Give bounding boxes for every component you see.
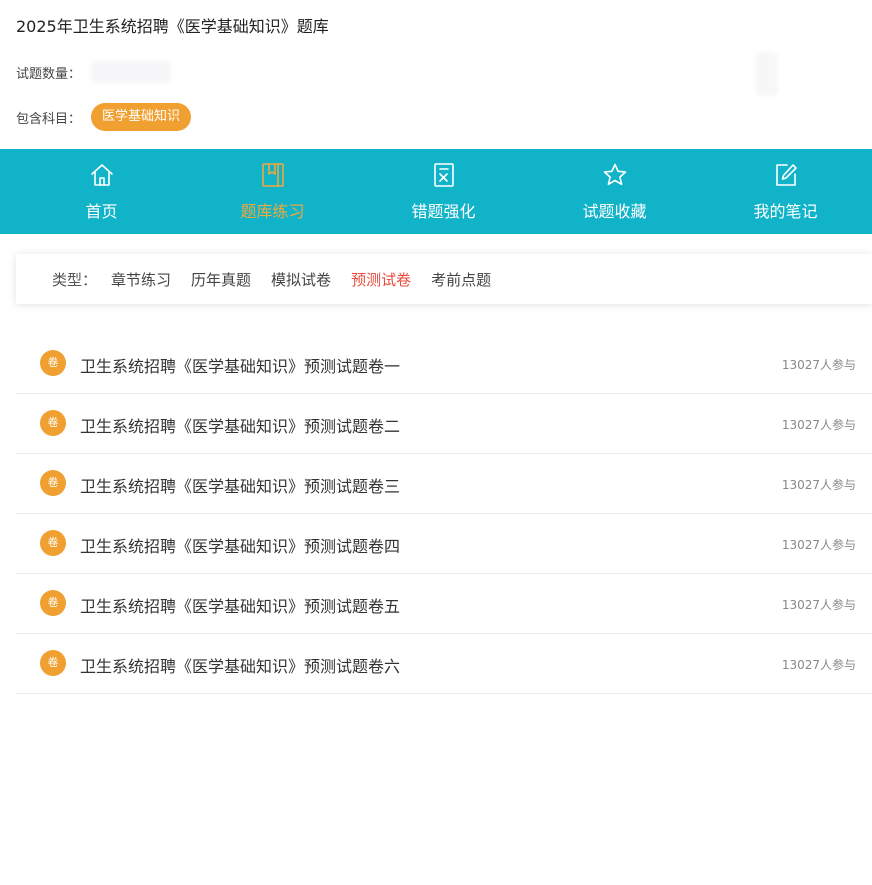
- participant-count: 13027人参与: [781, 598, 856, 612]
- nav-item-wrong-questions[interactable]: 错题强化: [358, 149, 529, 234]
- edit-note-icon: [773, 162, 799, 188]
- nav-item-label: 试题收藏: [582, 202, 647, 221]
- participant-count: 13027人参与: [781, 538, 856, 552]
- paper-title[interactable]: 卫生系统招聘《医学基础知识》预测试题卷五: [80, 593, 400, 617]
- nav-item-label: 首页: [85, 202, 118, 221]
- type-filter-predicted[interactable]: 预测试卷: [351, 269, 411, 290]
- type-filter-label: 类型：: [52, 270, 98, 289]
- blurred-region: [756, 52, 778, 96]
- paper-badge: 卷: [40, 350, 66, 376]
- nav-item-favorites[interactable]: 试题收藏: [529, 149, 700, 234]
- list-item[interactable]: 卷 卫生系统招聘《医学基础知识》预测试题卷三 13027人参与: [16, 454, 872, 514]
- paper-list: 卷 卫生系统招聘《医学基础知识》预测试题卷一 13027人参与 卷 卫生系统招聘…: [16, 334, 872, 694]
- question-count-value-blurred: [91, 61, 172, 83]
- participant-count: 13027人参与: [781, 478, 856, 492]
- subject-row: 包含科目： 医学基础知识: [16, 103, 192, 131]
- participant-count: 13027人参与: [781, 418, 856, 432]
- type-filter-bar: 类型： 章节练习 历年真题 模拟试卷 预测试卷 考前点题: [16, 254, 872, 304]
- nav-item-notes[interactable]: 我的笔记: [700, 149, 871, 234]
- nav-item-home[interactable]: 首页: [16, 149, 187, 234]
- list-item[interactable]: 卷 卫生系统招聘《医学基础知识》预测试题卷五 13027人参与: [16, 574, 872, 634]
- wrong-question-icon: [431, 162, 457, 188]
- nav-item-label: 错题强化: [411, 202, 476, 221]
- paper-title[interactable]: 卫生系统招聘《医学基础知识》预测试题卷三: [80, 473, 400, 497]
- participant-count: 13027人参与: [781, 358, 856, 372]
- paper-badge: 卷: [40, 470, 66, 496]
- list-item[interactable]: 卷 卫生系统招聘《医学基础知识》预测试题卷六 13027人参与: [16, 634, 872, 694]
- participant-count: 13027人参与: [781, 658, 856, 672]
- question-count-row: 试题数量：: [16, 61, 172, 83]
- type-filter-mock[interactable]: 模拟试卷: [271, 269, 331, 290]
- list-item[interactable]: 卷 卫生系统招聘《医学基础知识》预测试题卷四 13027人参与: [16, 514, 872, 574]
- paper-title[interactable]: 卫生系统招聘《医学基础知识》预测试题卷二: [80, 413, 400, 437]
- page-title: 2025年卫生系统招聘《医学基础知识》题库: [16, 17, 329, 36]
- paper-title[interactable]: 卫生系统招聘《医学基础知识》预测试题卷一: [80, 353, 400, 377]
- main-nav: 首页 题库练习 错题强化 试题收藏 我的笔记: [0, 149, 872, 234]
- type-filter-chapter[interactable]: 章节练习: [111, 269, 171, 290]
- list-item[interactable]: 卷 卫生系统招聘《医学基础知识》预测试题卷一 13027人参与: [16, 334, 872, 394]
- question-count-label: 试题数量：: [16, 66, 82, 82]
- type-filter-key-points[interactable]: 考前点题: [431, 269, 491, 290]
- nav-item-question-bank[interactable]: 题库练习: [187, 149, 358, 234]
- star-icon: [602, 162, 628, 188]
- type-filter-past-exams[interactable]: 历年真题: [191, 269, 251, 290]
- paper-badge: 卷: [40, 530, 66, 556]
- paper-badge: 卷: [40, 410, 66, 436]
- subject-label: 包含科目：: [16, 111, 82, 127]
- book-icon: [260, 162, 286, 188]
- paper-badge: 卷: [40, 590, 66, 616]
- nav-item-label: 我的笔记: [753, 202, 818, 221]
- paper-badge: 卷: [40, 650, 66, 676]
- subject-tag[interactable]: 医学基础知识: [91, 103, 192, 131]
- home-icon: [89, 162, 115, 188]
- list-item[interactable]: 卷 卫生系统招聘《医学基础知识》预测试题卷二 13027人参与: [16, 394, 872, 454]
- paper-title[interactable]: 卫生系统招聘《医学基础知识》预测试题卷六: [80, 653, 400, 677]
- nav-item-label: 题库练习: [240, 202, 305, 221]
- paper-title[interactable]: 卫生系统招聘《医学基础知识》预测试题卷四: [80, 533, 400, 557]
